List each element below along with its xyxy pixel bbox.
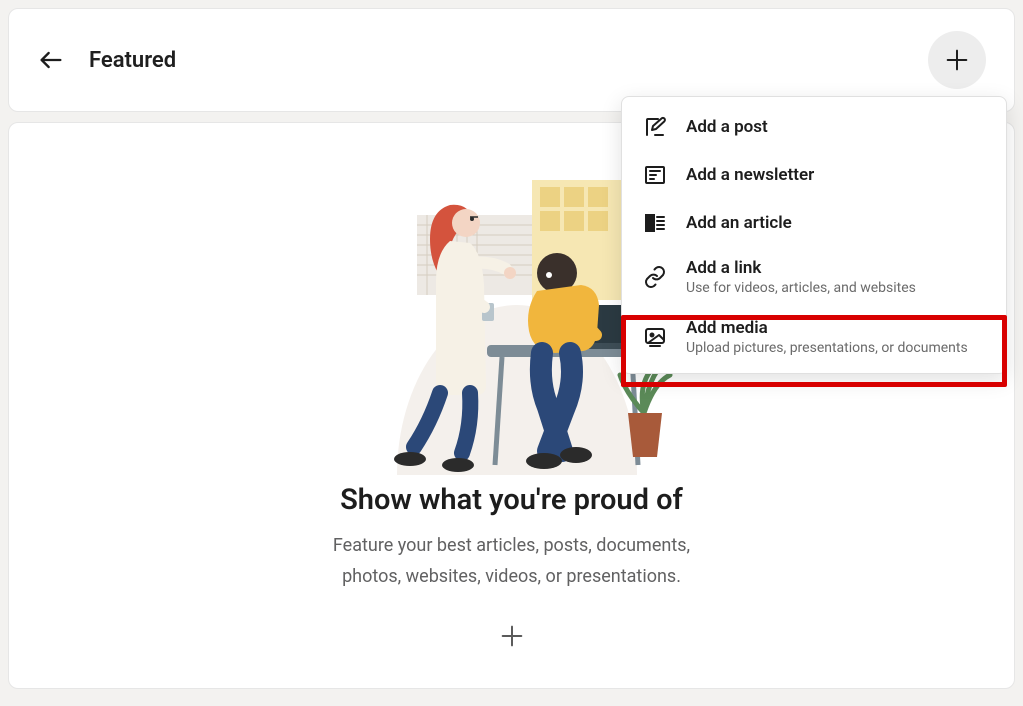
dropdown-item-sublabel: Upload pictures, presentations, or docum… — [686, 340, 968, 356]
empty-state-subtext: Feature your best articles, posts, docum… — [302, 531, 722, 592]
dropdown-item-add-post[interactable]: Add a post — [622, 103, 1006, 151]
dropdown-item-label: Add media — [686, 318, 968, 338]
dropdown-item-sublabel: Use for videos, articles, and websites — [686, 280, 916, 296]
back-arrow-icon[interactable] — [37, 46, 65, 74]
dropdown-item-label: Add a newsletter — [686, 165, 814, 185]
add-featured-plus-icon[interactable] — [498, 622, 526, 654]
dropdown-item-add-newsletter[interactable]: Add a newsletter — [622, 151, 1006, 199]
dropdown-item-label: Add a post — [686, 117, 768, 137]
article-icon — [642, 210, 668, 236]
media-icon — [642, 324, 668, 350]
newsletter-icon — [642, 162, 668, 188]
add-featured-dropdown: Add a post Add a newsletter — [621, 96, 1007, 374]
dropdown-item-add-article[interactable]: Add an article — [622, 199, 1006, 247]
dropdown-item-add-media[interactable]: Add media Upload pictures, presentations… — [622, 307, 1006, 367]
compose-icon — [642, 114, 668, 140]
add-featured-button[interactable] — [928, 31, 986, 89]
dropdown-item-label: Add a link — [686, 258, 916, 278]
dropdown-item-label: Add an article — [686, 213, 792, 233]
dropdown-item-add-link[interactable]: Add a link Use for videos, articles, and… — [622, 247, 1006, 307]
empty-state-heading: Show what you're proud of — [340, 483, 683, 517]
page-title: Featured — [89, 48, 176, 73]
link-icon — [642, 264, 668, 290]
